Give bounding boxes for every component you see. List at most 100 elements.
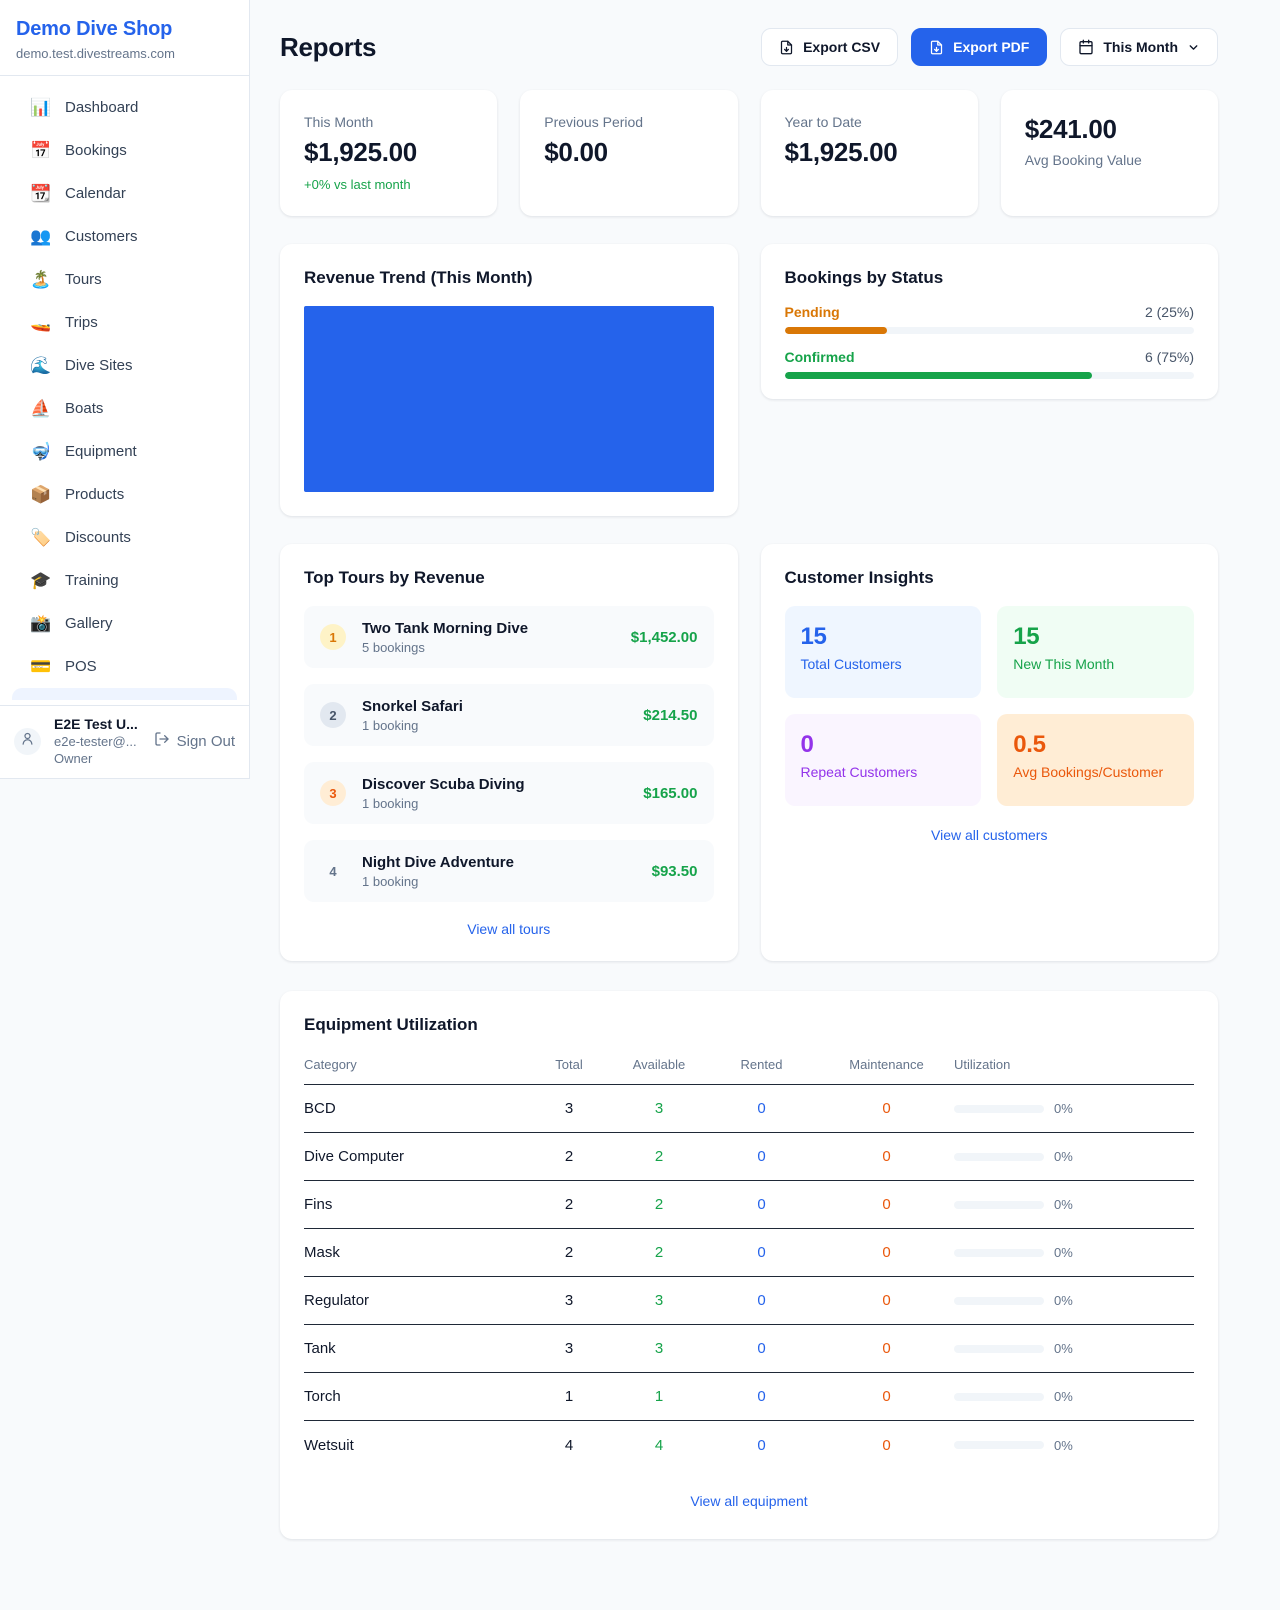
equipment-total: 3 (524, 1100, 614, 1117)
file-download-icon (779, 40, 794, 55)
stat-value: $1,925.00 (785, 137, 954, 168)
status-bar-track (785, 327, 1195, 334)
user-avatar (14, 728, 41, 755)
tour-amount: $165.00 (643, 785, 697, 802)
equipment-available: 1 (614, 1388, 704, 1405)
sidebar-item-products[interactable]: 📦 Products (12, 473, 237, 516)
sidebar-item-icon: 💳 (30, 657, 52, 677)
user-name: E2E Test U... (54, 716, 141, 732)
customer-insights-title: Customer Insights (785, 568, 1195, 588)
equipment-table-header: Category Total Available Rented Maintena… (304, 1049, 1194, 1085)
tile-value: 0.5 (1013, 731, 1178, 759)
bookings-by-status-card: Bookings by Status Pending 2 (25%) Confi… (761, 244, 1219, 399)
utilization-percent: 0% (1054, 1389, 1073, 1404)
sidebar-item-gallery[interactable]: 📸 Gallery (12, 602, 237, 645)
equipment-maintenance: 0 (819, 1196, 954, 1213)
stat-value: $1,925.00 (304, 137, 473, 168)
sidebar-item-boats[interactable]: ⛵ Boats (12, 387, 237, 430)
utilization-percent: 0% (1054, 1438, 1073, 1453)
rank-badge: 1 (320, 624, 346, 650)
customer-insights-card: Customer Insights 15 Total Customers 15 … (761, 544, 1219, 961)
equipment-category: Regulator (304, 1292, 524, 1309)
stat-card-year-to-date: Year to Date $1,925.00 (761, 90, 978, 216)
utilization-percent: 0% (1054, 1101, 1073, 1116)
tour-rows: 1 Two Tank Morning Dive 5 bookings $1,45… (304, 606, 714, 902)
tile-label: New This Month (1013, 656, 1178, 672)
tour-row: 1 Two Tank Morning Dive 5 bookings $1,45… (304, 606, 714, 668)
tour-bookings: 1 booking (362, 796, 631, 811)
user-meta: E2E Test U... e2e-tester@... Owner (54, 716, 141, 766)
revenue-trend-card: Revenue Trend (This Month) (280, 244, 738, 516)
export-csv-label: Export CSV (803, 39, 880, 55)
utilization-percent: 0% (1054, 1149, 1073, 1164)
user-role: Owner (54, 751, 141, 766)
sidebar-item-tours[interactable]: 🏝️ Tours (12, 258, 237, 301)
utilization-bar-track (954, 1441, 1044, 1449)
equipment-utilization-cell: 0% (954, 1293, 1194, 1308)
utilization-bar-track (954, 1201, 1044, 1209)
logout-icon (154, 731, 170, 751)
sidebar-item-discounts[interactable]: 🏷️ Discounts (12, 516, 237, 559)
top-tours-title: Top Tours by Revenue (304, 568, 714, 588)
column-header-total: Total (524, 1057, 614, 1072)
sidebar-item-customers[interactable]: 👥 Customers (12, 215, 237, 258)
sidebar-item-dashboard[interactable]: 📊 Dashboard (12, 86, 237, 129)
equipment-rented: 0 (704, 1100, 819, 1117)
equipment-category: BCD (304, 1100, 524, 1117)
view-all-customers-link[interactable]: View all customers (785, 827, 1195, 843)
equipment-row: Torch 1 1 0 0 0% (304, 1373, 1194, 1421)
stat-card-this-month: This Month $1,925.00 +0% vs last month (280, 90, 497, 216)
equipment-utilization-title: Equipment Utilization (304, 1015, 1194, 1035)
revenue-trend-title: Revenue Trend (This Month) (304, 268, 714, 288)
equipment-utilization-card: Equipment Utilization Category Total Ava… (280, 991, 1218, 1539)
equipment-rented: 0 (704, 1340, 819, 1357)
equipment-available: 3 (614, 1340, 704, 1357)
status-rows: Pending 2 (25%) Confirmed 6 (75%) (785, 304, 1195, 379)
export-csv-button[interactable]: Export CSV (761, 28, 898, 66)
sidebar-item-label: Training (65, 572, 119, 589)
sidebar-item-trips[interactable]: 🚤 Trips (12, 301, 237, 344)
stats-row: This Month $1,925.00 +0% vs last month P… (280, 90, 1218, 216)
insights-grid: 15 Total Customers 15 New This Month 0 R… (785, 606, 1195, 806)
stat-label: Previous Period (544, 114, 713, 130)
equipment-total: 3 (524, 1292, 614, 1309)
equipment-rented: 0 (704, 1196, 819, 1213)
tile-label: Avg Bookings/Customer (1013, 764, 1178, 780)
view-all-tours-link[interactable]: View all tours (304, 921, 714, 937)
period-dropdown[interactable]: This Month (1060, 28, 1218, 66)
column-header-rented: Rented (704, 1057, 819, 1072)
equipment-total: 4 (524, 1437, 614, 1454)
sidebar-item-label: Discounts (65, 529, 131, 546)
view-all-equipment-link[interactable]: View all equipment (304, 1493, 1194, 1509)
sidebar-item-partial[interactable] (12, 688, 237, 700)
sidebar-header: Demo Dive Shop demo.test.divestreams.com (0, 0, 249, 76)
column-header-utilization: Utilization (954, 1057, 1194, 1072)
stat-value: $0.00 (544, 137, 713, 168)
sidebar-item-label: Dive Sites (65, 357, 133, 374)
tour-amount: $214.50 (643, 707, 697, 724)
tile-value: 15 (1013, 623, 1178, 651)
equipment-maintenance: 0 (819, 1340, 954, 1357)
equipment-utilization-cell: 0% (954, 1389, 1194, 1404)
equipment-total: 3 (524, 1340, 614, 1357)
status-bar-fill (785, 372, 1092, 379)
sidebar-item-bookings[interactable]: 📅 Bookings (12, 129, 237, 172)
sign-out-button[interactable]: Sign Out (154, 731, 235, 751)
utilization-percent: 0% (1054, 1245, 1073, 1260)
insight-tile: 15 New This Month (997, 606, 1194, 698)
sign-out-label: Sign Out (177, 733, 235, 750)
tour-row: 4 Night Dive Adventure 1 booking $93.50 (304, 840, 714, 902)
export-pdf-button[interactable]: Export PDF (911, 28, 1047, 66)
utilization-bar-track (954, 1105, 1044, 1113)
equipment-utilization-cell: 0% (954, 1438, 1194, 1453)
sidebar-item-pos[interactable]: 💳 POS (12, 645, 237, 688)
sidebar-item-dive-sites[interactable]: 🌊 Dive Sites (12, 344, 237, 387)
utilization-percent: 0% (1054, 1293, 1073, 1308)
sidebar-item-calendar[interactable]: 📆 Calendar (12, 172, 237, 215)
sidebar-item-icon: 🚤 (30, 313, 52, 333)
shop-name: Demo Dive Shop (16, 18, 233, 41)
status-label: Confirmed (785, 349, 855, 365)
utilization-bar-track (954, 1153, 1044, 1161)
sidebar-item-training[interactable]: 🎓 Training (12, 559, 237, 602)
sidebar-item-equipment[interactable]: 🤿 Equipment (12, 430, 237, 473)
